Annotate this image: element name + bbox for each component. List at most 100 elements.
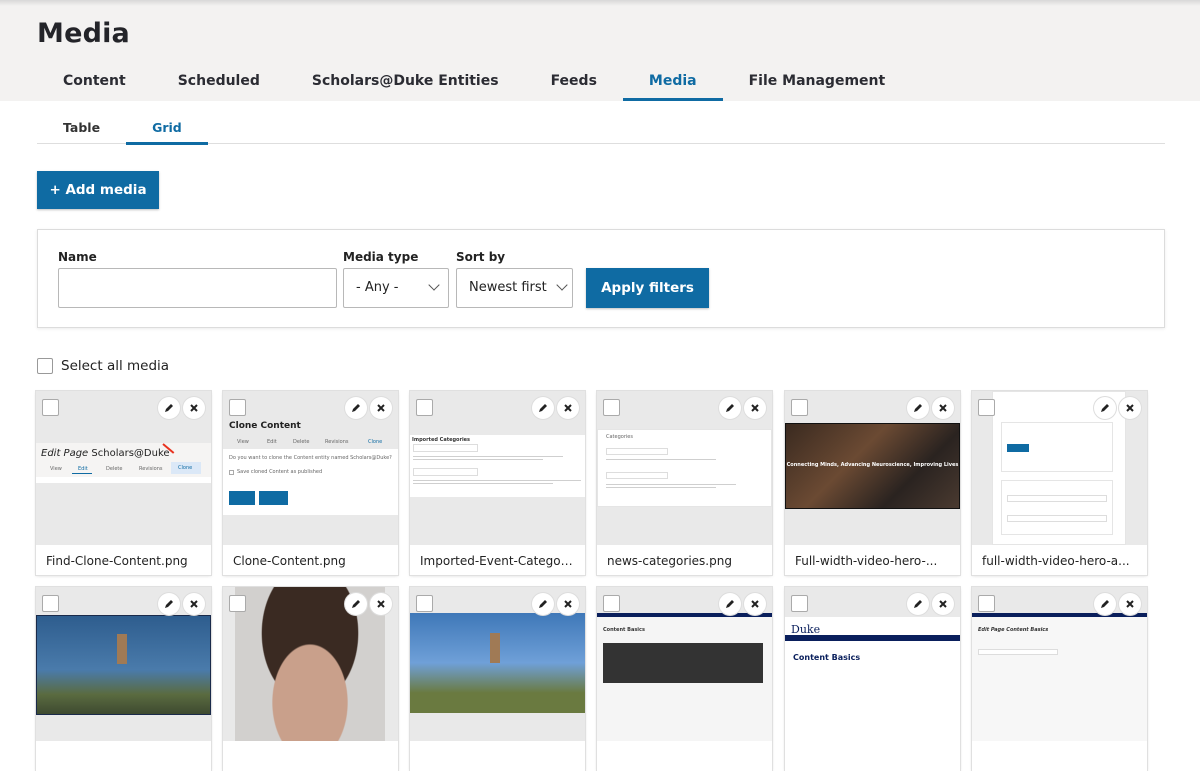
media-item[interactable]: Content Basics (597, 587, 772, 771)
tab-media[interactable]: Media (622, 62, 723, 101)
media-item[interactable]: Duke Content Basics (785, 587, 960, 771)
item-checkbox[interactable] (416, 595, 433, 612)
sort-by-select[interactable]: Newest first (456, 268, 573, 308)
close-icon (190, 600, 198, 608)
edit-button[interactable] (907, 397, 929, 419)
media-item[interactable]: full-width-video-hero-a... (972, 391, 1147, 575)
edit-button[interactable] (345, 593, 367, 615)
name-label: Name (58, 250, 97, 264)
edit-button[interactable] (345, 397, 367, 419)
item-checkbox[interactable] (603, 595, 620, 612)
thumb-title: Content Basics (603, 627, 645, 633)
add-media-button[interactable]: + Add media (37, 171, 159, 209)
edit-button[interactable] (158, 593, 180, 615)
name-input[interactable] (58, 268, 337, 308)
edit-button[interactable] (1094, 593, 1116, 615)
item-checkbox[interactable] (978, 399, 995, 416)
close-icon (1126, 404, 1134, 412)
close-icon (751, 600, 759, 608)
media-name: Clone-Content.png (223, 545, 398, 575)
remove-button[interactable] (183, 593, 205, 615)
tab-file-management[interactable]: File Management (723, 62, 912, 101)
media-item[interactable] (36, 587, 211, 771)
edit-button[interactable] (719, 397, 741, 419)
thumb-caption: Connecting Minds, Advancing Neuroscience… (786, 462, 959, 468)
media-item[interactable]: Clone Content View Edit Delete Revisions… (223, 391, 398, 575)
edit-button[interactable] (1094, 397, 1116, 419)
thumbnail-screenshot: Imported Categories (410, 435, 585, 497)
close-icon (564, 404, 572, 412)
item-checkbox[interactable] (791, 399, 808, 416)
pencil-icon (914, 404, 922, 412)
sort-by-value: Newest first (469, 280, 547, 295)
pencil-icon (539, 404, 547, 412)
media-type-value: - Any - (356, 280, 399, 295)
tab-table[interactable]: Table (37, 112, 126, 144)
edit-button[interactable] (907, 593, 929, 615)
thumbnail-screenshot: Edit Page Edit Page Scholars@DukeScholar… (36, 443, 211, 483)
remove-button[interactable] (932, 593, 954, 615)
media-item[interactable]: Categories news-categories.png (597, 391, 772, 575)
pencil-icon (165, 404, 173, 412)
media-name: Find-Clone-Content.png (36, 545, 211, 575)
remove-button[interactable] (1119, 593, 1141, 615)
item-checkbox[interactable] (791, 595, 808, 612)
chevron-down-icon (556, 279, 568, 291)
thumb-title: Clone Content (229, 421, 301, 431)
thumb-title: Categories (606, 434, 633, 440)
tab-content[interactable]: Content (37, 62, 152, 101)
remove-button[interactable] (932, 397, 954, 419)
thumb-title: Edit Page Content Basics (978, 627, 1049, 633)
item-checkbox[interactable] (229, 595, 246, 612)
media-item[interactable]: Imported Categories Imported-Event-Categ… (410, 391, 585, 575)
close-icon (377, 404, 385, 412)
thumb-title: Imported Categories (412, 437, 471, 443)
media-item[interactable]: Edit Page Content Basics (972, 587, 1147, 771)
remove-button[interactable] (370, 593, 392, 615)
remove-button[interactable] (1119, 397, 1141, 419)
pencil-icon (165, 600, 173, 608)
media-item[interactable]: Connecting Minds, Advancing Neuroscience… (785, 391, 960, 575)
select-all-label: Select all media (61, 358, 170, 374)
select-all-checkbox[interactable] (37, 358, 53, 374)
remove-button[interactable] (744, 397, 766, 419)
edit-button[interactable] (158, 397, 180, 419)
edit-button[interactable] (532, 397, 554, 419)
item-checkbox[interactable] (42, 595, 59, 612)
media-type-label: Media type (343, 250, 419, 264)
tab-scholars-duke-entities[interactable]: Scholars@Duke Entities (286, 62, 525, 101)
media-item[interactable] (223, 587, 398, 771)
media-name: news-categories.png (597, 545, 772, 575)
remove-button[interactable] (557, 593, 579, 615)
video-still: Connecting Minds, Advancing Neuroscience… (785, 423, 960, 509)
filter-form: Name Media type - Any - Sort by Newest f… (37, 229, 1165, 328)
remove-button[interactable] (370, 397, 392, 419)
item-checkbox[interactable] (229, 399, 246, 416)
pencil-icon (1101, 404, 1109, 412)
apply-filters-button[interactable]: Apply filters (586, 268, 709, 308)
item-checkbox[interactable] (603, 399, 620, 416)
tab-scheduled[interactable]: Scheduled (152, 62, 286, 101)
thumbnail-screenshot: Duke Content Basics (785, 617, 960, 741)
media-item[interactable]: Edit Page Edit Page Scholars@DukeScholar… (36, 391, 211, 575)
chevron-down-icon (428, 279, 440, 291)
media-type-select[interactable]: - Any - (343, 268, 449, 308)
tab-grid[interactable]: Grid (126, 112, 208, 145)
select-all-media[interactable]: Select all media (37, 358, 169, 374)
secondary-tabs: Table Grid (37, 112, 1165, 145)
media-name: Full-width-video-hero-... (785, 545, 960, 575)
item-checkbox[interactable] (416, 399, 433, 416)
remove-button[interactable] (744, 593, 766, 615)
remove-button[interactable] (557, 397, 579, 419)
pencil-icon (1101, 600, 1109, 608)
thumbnail-screenshot: Do you want to clone the Content entity … (223, 449, 398, 515)
edit-button[interactable] (532, 593, 554, 615)
tab-feeds[interactable]: Feeds (525, 62, 623, 101)
thumbnail-screenshot: Edit Page Content Basics (972, 613, 1147, 741)
media-item[interactable] (410, 587, 585, 771)
edit-button[interactable] (719, 593, 741, 615)
item-checkbox[interactable] (42, 399, 59, 416)
remove-button[interactable] (183, 397, 205, 419)
item-checkbox[interactable] (978, 595, 995, 612)
sort-by-label: Sort by (456, 250, 506, 264)
